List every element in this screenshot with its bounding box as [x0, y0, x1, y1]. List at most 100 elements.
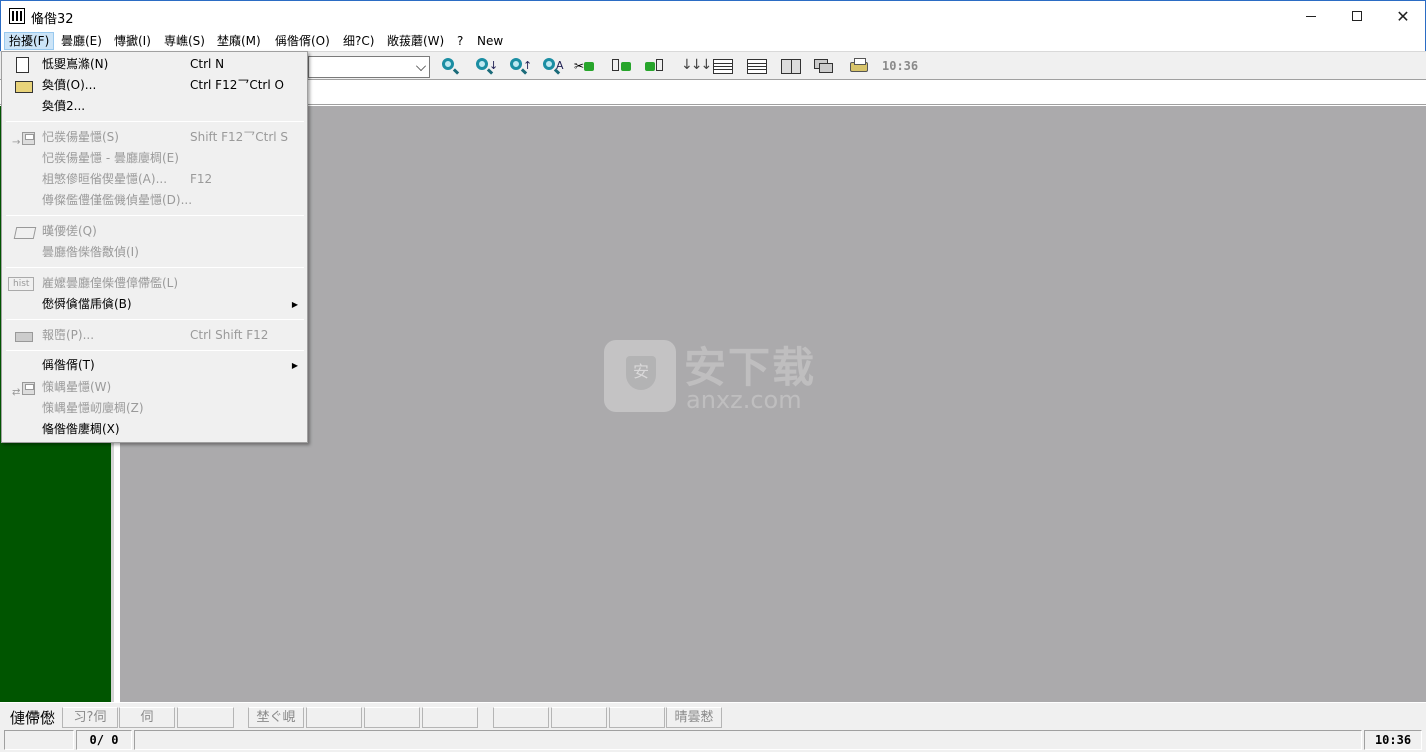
- menu-item-open2[interactable]: 奐僨2...: [2, 96, 307, 117]
- fkey-3[interactable]: 伺: [119, 707, 175, 728]
- find-prev-button[interactable]: ↑: [508, 57, 532, 77]
- status-cell-mode: [4, 730, 74, 750]
- menu-item-shortcut: Ctrl N: [190, 57, 225, 71]
- menu-item-other[interactable]: 偁偺偦(T) ▶: [2, 355, 307, 376]
- menu-item-label: 僽僢僋儅乕僋(B): [42, 297, 132, 311]
- fkey-2[interactable]: 习?伺: [62, 707, 118, 728]
- menu-help[interactable]: ?: [453, 32, 467, 50]
- printer-icon: [850, 58, 868, 72]
- menu-config[interactable]: 细?C): [339, 32, 378, 50]
- menu-new[interactable]: New: [473, 32, 507, 50]
- submenu-arrow-icon: ▶: [291, 300, 298, 309]
- menu-item-close[interactable]: 暵偠傞(Q): [2, 221, 307, 242]
- app-icon[interactable]: [9, 8, 25, 24]
- tile-vertical-button[interactable]: [780, 57, 802, 77]
- menu-item-label: 僔儏儖僼僅儖僟偵曐懚(D)...: [42, 193, 193, 207]
- menu-item-label: 柤慜傪晅偗偰曐懚(A)...: [42, 172, 168, 186]
- tile-vertical-icon: [781, 59, 801, 74]
- menu-search[interactable]: 専嶕(S): [160, 32, 209, 50]
- menu-move[interactable]: 埜廭(M): [213, 32, 265, 50]
- menu-item-label: 怟夓嶌滌(N): [42, 57, 109, 71]
- menu-edit[interactable]: 曇廳(E): [57, 32, 106, 50]
- title-bar: 偹偺32 ✕: [0, 0, 1426, 31]
- fkey-12[interactable]: 晴曇慭: [666, 707, 722, 728]
- menu-file[interactable]: 抬擾(F): [4, 32, 55, 50]
- status-message: [134, 730, 1362, 750]
- replace-button[interactable]: A: [541, 57, 564, 77]
- menu-item-label: 憡嵎曐懚(W): [42, 380, 112, 394]
- open-folder-icon: [12, 78, 38, 94]
- fkey-7[interactable]: [364, 707, 420, 728]
- menu-item-close-edit[interactable]: 曇廳偺偨偺敿偵(I): [2, 242, 307, 263]
- history-icon: hist: [8, 276, 34, 292]
- new-document-icon: [12, 57, 38, 73]
- find-next-button[interactable]: ↓: [474, 57, 498, 77]
- watermark-url: anxz.com: [686, 386, 802, 414]
- menu-item-label: 憡嵎曐懚屻廮椆(Z): [42, 401, 144, 415]
- fkey-8[interactable]: [422, 707, 478, 728]
- arrows-down-icon: ↓↓↓: [681, 57, 712, 73]
- print-button[interactable]: [848, 57, 870, 77]
- menu-item-save-exit[interactable]: 忋彂偒曐懚 - 曇廳廮椆(E): [2, 148, 307, 169]
- fkey-11[interactable]: [609, 707, 665, 728]
- copy-button[interactable]: [610, 57, 632, 77]
- menu-separator: [6, 267, 304, 268]
- menu-item-save-shortcut[interactable]: 僔儏儖僼僅儖僟偵曐懚(D)...: [2, 190, 307, 211]
- menu-item-new[interactable]: 怟夓嶌滌(N) Ctrl N: [2, 54, 307, 75]
- toolbar-combo[interactable]: [308, 56, 430, 78]
- menu-insert[interactable]: 慱擨(I): [110, 32, 155, 50]
- fkey-6[interactable]: [306, 707, 362, 728]
- split-button[interactable]: [712, 57, 734, 77]
- split-icon: [713, 59, 733, 74]
- status-line-counter: 0/ 0: [76, 730, 132, 750]
- fkey-5[interactable]: 埜ぐ峴: [248, 707, 304, 728]
- fkey-10[interactable]: [551, 707, 607, 728]
- maximize-icon: [1352, 11, 1362, 21]
- tile-horizontal-icon: [747, 59, 767, 74]
- menu-item-diff-save-exit[interactable]: 憡嵎曐懚屻廮椆(Z): [2, 398, 307, 419]
- menu-separator: [6, 121, 304, 122]
- menu-item-save[interactable]: → 忋彂偒曐懚(S) Shift F12乛Ctrl S: [2, 127, 307, 148]
- menu-item-diff-save[interactable]: ⇄ 憡嵎曐懚(W): [2, 377, 307, 398]
- menu-item-shortcut: F12: [190, 172, 213, 186]
- menu-item-bookmark[interactable]: 僽僢僋儅乕僋(B) ▶: [2, 294, 307, 315]
- find-button[interactable]: [440, 57, 462, 77]
- jump-button[interactable]: ↓↓↓: [679, 57, 712, 77]
- close-button[interactable]: ✕: [1380, 1, 1426, 31]
- menu-item-label: 曇廳偺偨偺敿偵(I): [42, 245, 139, 259]
- cascade-button[interactable]: [813, 57, 835, 77]
- menu-window[interactable]: 敞菝蘑(W): [383, 32, 448, 50]
- cut-button[interactable]: ✂: [574, 57, 596, 77]
- tile-horizontal-button[interactable]: [746, 57, 768, 77]
- menu-item-exit[interactable]: 偹偺偺廔椆(X): [2, 419, 307, 440]
- menu-other[interactable]: 偁偺偦(O): [271, 32, 334, 50]
- menu-item-print[interactable]: 報嶞(P)... Ctrl Shift F12: [2, 325, 307, 346]
- menu-separator: [6, 319, 304, 320]
- menu-item-save-as[interactable]: 柤慜傪晅偗偰曐懚(A)... F12: [2, 169, 307, 190]
- fkey-4[interactable]: [177, 707, 234, 728]
- submenu-arrow-icon: ▶: [291, 361, 298, 370]
- menu-separator: [6, 350, 304, 351]
- status-clock: 10:36: [1364, 730, 1422, 750]
- paste-button[interactable]: [644, 57, 666, 77]
- menu-item-shortcut: Ctrl Shift F12: [190, 328, 269, 342]
- fkey-9[interactable]: [493, 707, 549, 728]
- minimize-button[interactable]: [1288, 1, 1334, 31]
- menu-item-open[interactable]: 奐僨(O)... Ctrl F12乛Ctrl O: [2, 75, 307, 96]
- fkey-1[interactable]: 僆僀僽: [4, 707, 61, 728]
- replace-icon: [543, 58, 555, 70]
- file-menu-dropdown: 怟夓嶌滌(N) Ctrl N 奐僨(O)... Ctrl F12乛Ctrl O …: [1, 51, 308, 443]
- close-file-icon: [12, 224, 38, 240]
- menu-item-recent[interactable]: hist 嵟嬤曇廳偟偨僼傽僀儖(L): [2, 273, 307, 294]
- paste-icon: [645, 62, 655, 71]
- menu-item-label: 嵟嬤曇廳偟偨僼傽僀儖(L): [42, 276, 179, 290]
- watermark-shield-icon: 安: [626, 356, 656, 390]
- menu-item-label: 奐僨(O)...: [42, 78, 97, 92]
- copy-icon: [612, 59, 619, 71]
- menu-item-label: 暵偠傞(Q): [42, 224, 97, 238]
- maximize-button[interactable]: [1334, 1, 1380, 31]
- watermark: 安 安下载 anxz.com: [604, 334, 824, 416]
- menu-item-label: 忋彂偒曐懚 - 曇廳廮椆(E): [42, 151, 179, 165]
- diff-save-icon: ⇄: [12, 380, 38, 398]
- chevron-down-icon: [416, 61, 426, 71]
